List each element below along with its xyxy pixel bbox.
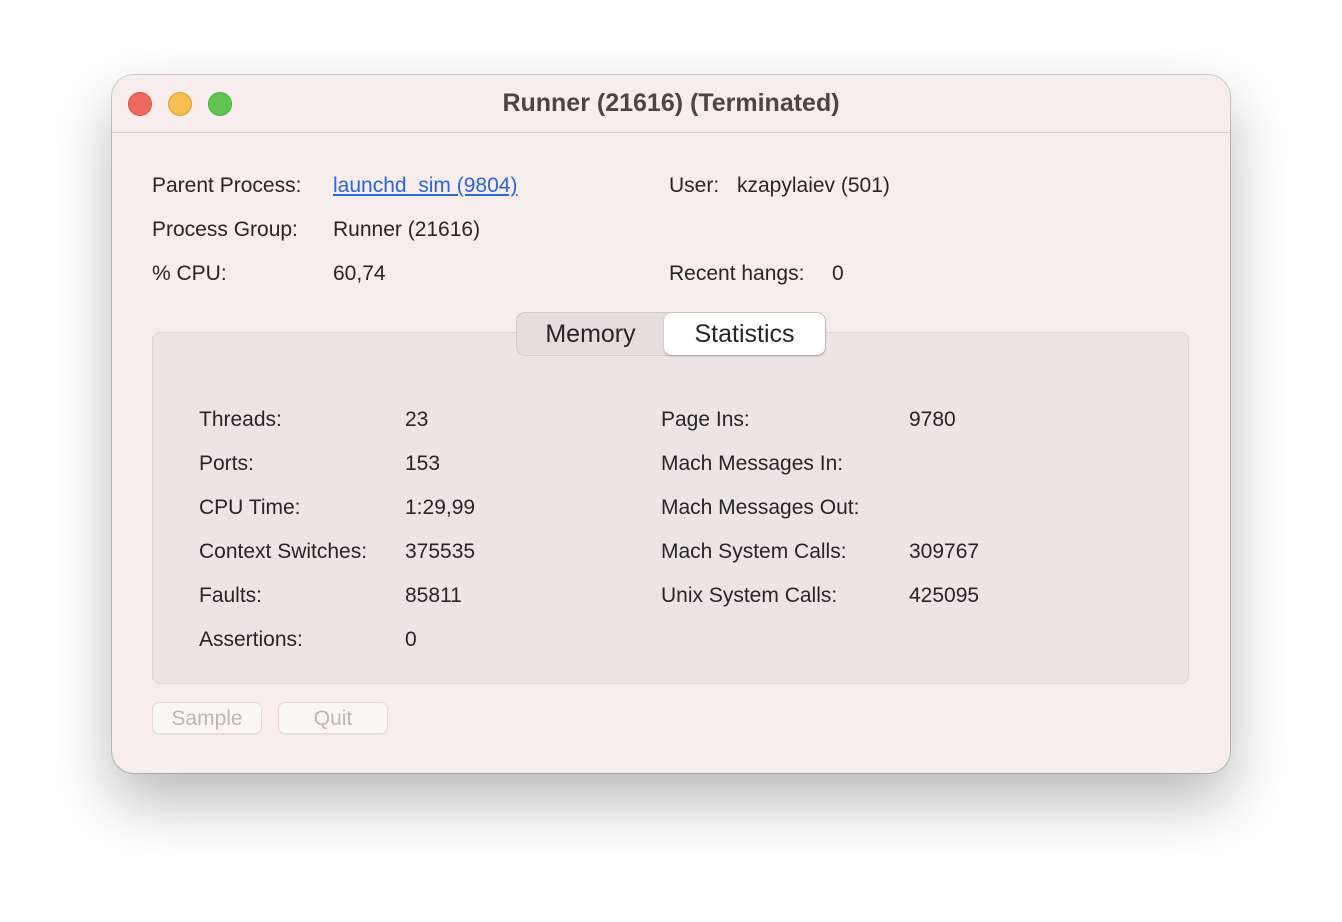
parent-process-label: Parent Process: — [152, 174, 302, 197]
statistics-panel: Threads: 23 Ports: 153 CPU Time: 1:29,99… — [152, 332, 1189, 684]
ports-value: 153 — [405, 452, 441, 475]
sample-button[interactable]: Sample — [152, 702, 262, 734]
unix-system-calls-value: 425095 — [909, 584, 980, 607]
threads-label: Threads: — [199, 408, 282, 431]
quit-button[interactable]: Quit — [278, 702, 388, 734]
recent-hangs-value: 0 — [832, 262, 844, 285]
cpu-value: 60,74 — [333, 262, 386, 285]
unix-system-calls-label: Unix System Calls: — [661, 584, 838, 607]
recent-hangs-label: Recent hangs: — [669, 262, 805, 285]
cpu-label: % CPU: — [152, 262, 227, 285]
mach-system-calls-value: 309767 — [909, 540, 980, 563]
assertions-label: Assertions: — [199, 628, 303, 651]
mach-messages-in-label: Mach Messages In: — [661, 452, 844, 475]
user-label: User: — [669, 174, 720, 197]
tab-segmented-control: Memory Statistics — [516, 312, 826, 356]
faults-label: Faults: — [199, 584, 263, 607]
cpu-time-value: 1:29,99 — [405, 496, 476, 519]
threads-value: 23 — [405, 408, 429, 431]
faults-value: 85811 — [405, 584, 462, 607]
mach-messages-out-label: Mach Messages Out: — [661, 496, 860, 519]
window-title: Runner (21616) (Terminated) — [502, 89, 840, 117]
page-ins-label: Page Ins: — [661, 408, 750, 431]
process-group-label: Process Group: — [152, 218, 298, 241]
context-switches-label: Context Switches: — [199, 540, 368, 563]
user-value: kzapylaiev (501) — [737, 174, 890, 197]
process-group-value: Runner (21616) — [333, 218, 481, 241]
parent-process-link[interactable]: launchd_sim (9804) — [333, 173, 517, 199]
title-bar: Runner (21616) (Terminated) — [112, 75, 1230, 133]
context-switches-value: 375535 — [405, 540, 476, 563]
tab-statistics[interactable]: Statistics — [664, 313, 825, 355]
process-info-window: Runner (21616) (Terminated) Parent Proce… — [112, 75, 1230, 773]
assertions-value: 0 — [405, 628, 417, 651]
mach-system-calls-label: Mach System Calls: — [661, 540, 847, 563]
ports-label: Ports: — [199, 452, 254, 475]
cpu-time-label: CPU Time: — [199, 496, 301, 519]
tab-memory[interactable]: Memory — [517, 313, 664, 355]
page-ins-value: 9780 — [909, 408, 956, 431]
